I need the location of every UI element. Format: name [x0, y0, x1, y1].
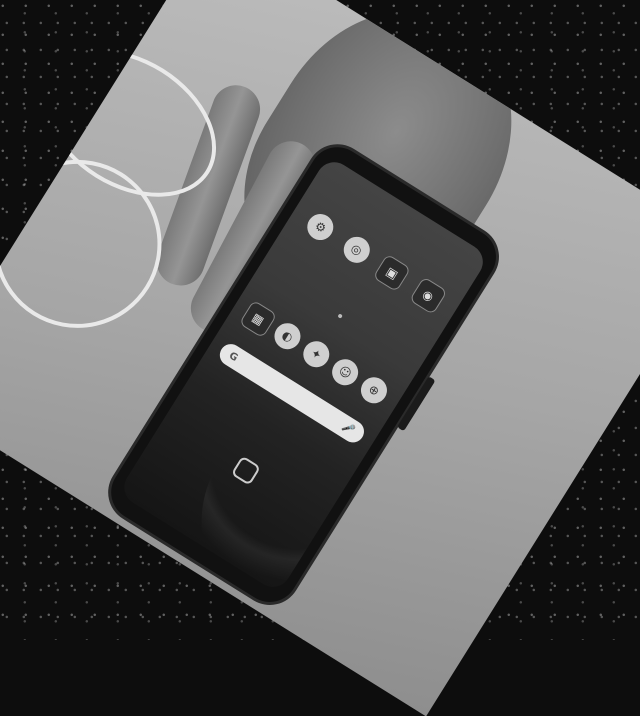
mic-icon[interactable]: 🎤 — [340, 421, 356, 437]
app-label — [325, 333, 330, 341]
app-icon: ◉ — [408, 276, 448, 315]
app-label — [354, 351, 359, 359]
google-g-icon: G — [227, 349, 240, 364]
app-label — [267, 297, 272, 305]
status-left — [132, 489, 137, 497]
page-indicator — [337, 313, 343, 319]
app-icon: ⊕ — [356, 372, 392, 409]
app-label — [401, 251, 406, 259]
app-label — [382, 369, 387, 377]
status-right — [269, 574, 274, 582]
rotated-photo: ⚙ ◎ ▣ ◉ ▦ ◐ ✦ ☺ ⊕ G 🎤 — [0, 0, 640, 716]
top-app-row: ⚙ ◎ ▣ ◉ — [295, 195, 460, 319]
app-icon: ◎ — [338, 231, 375, 268]
app-label — [296, 315, 301, 323]
app-icon: ⚙ — [302, 209, 339, 246]
app-label — [365, 228, 370, 236]
dock-app-row: ▦ ◐ ✦ ☺ ⊕ — [236, 288, 401, 412]
app-label — [437, 274, 442, 282]
app-icon: ▣ — [372, 253, 412, 293]
app-label — [329, 206, 334, 214]
